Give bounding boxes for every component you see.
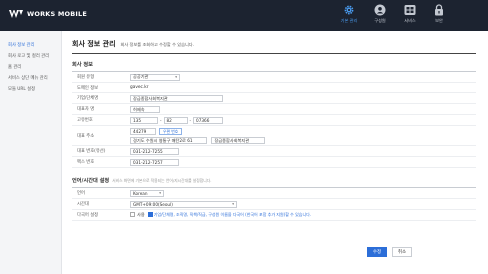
- field-label: 대표 번호(유선): [72, 145, 130, 157]
- sidebar-item-logo-color[interactable]: 회사 로고 및 컬러 관리: [0, 51, 61, 62]
- company-type-select[interactable]: 공공기관 ▾: [130, 73, 180, 81]
- form-row: 고유번호 135-82-07366: [72, 114, 476, 126]
- sidebar-item-home[interactable]: 홈 관리: [0, 62, 61, 73]
- save-button[interactable]: 수정: [367, 247, 387, 257]
- phone-input[interactable]: 031-212-7255: [130, 147, 179, 155]
- domain-value: gavec.kr: [130, 85, 149, 90]
- sidebar-item-top-menu[interactable]: 서비스 상단 메뉴 관리: [0, 73, 61, 84]
- company-info-table: 회원 유형 공공기관 ▾ 도메인 정보 gavec.kr 기업/단체명 장급종합…: [72, 71, 476, 168]
- form-row: 기업/단체명 장급종합사회복지관: [72, 92, 476, 104]
- lock-icon: [433, 4, 445, 16]
- form-row: 다국어 설정 사용 기업/단체명, 조직명, 직책/직급, 구성원 이름을 다국어…: [72, 209, 476, 221]
- topnav-security[interactable]: 보안: [424, 4, 454, 24]
- field-label: 팩스 번호: [72, 156, 130, 168]
- separator: -: [189, 117, 192, 123]
- grid-icon: [404, 4, 416, 16]
- chevron-down-icon: ▾: [159, 191, 161, 195]
- multilang-detail-checkbox[interactable]: [147, 212, 153, 217]
- form-row: 대표자 명 허제숙: [72, 103, 476, 115]
- topnav-label: 기본 관리: [340, 18, 358, 23]
- field-label: 기업/단체명: [72, 92, 130, 104]
- select-value: 공공기관: [133, 74, 149, 79]
- field-label: 다국어 설정: [72, 209, 130, 221]
- form-row: 팩스 번호 031-212-7257: [72, 156, 476, 168]
- bizno-part1-input[interactable]: 135: [130, 116, 158, 124]
- org-name-input[interactable]: 장급종합사회복지관: [130, 94, 223, 102]
- form-row: 대표 주소 44279 우편 번호 경기도 수원시 영통구 매탄2로 61 장급종…: [72, 125, 476, 146]
- section-subtitle: 서비스 화면에 기본으로 적용되는 언어/지시간대를 설정합니다.: [112, 178, 212, 183]
- form-row: 도메인 정보 gavec.kr: [72, 82, 476, 93]
- field-label: 고유번호: [72, 114, 130, 126]
- topnav-label: 구성원: [374, 18, 386, 23]
- topnav-services[interactable]: 서비스: [395, 4, 425, 24]
- topnav-basic-admin[interactable]: 기본 관리: [334, 4, 364, 24]
- form-actions: 수정 취소: [62, 247, 488, 257]
- multilang-description: 기업/단체명, 조직명, 직책/직급, 구성원 이름을 다국어 (한국어 포함 …: [153, 211, 312, 217]
- sidebar-item-mobile-url[interactable]: 모들 URL 설정: [0, 84, 61, 95]
- field-label: 언어: [72, 187, 130, 199]
- topnav-members[interactable]: 구성원: [365, 4, 395, 24]
- language-select[interactable]: Korean ▾: [130, 189, 164, 197]
- fax-input[interactable]: 031-212-7257: [130, 158, 179, 166]
- select-value: Korean: [133, 190, 148, 196]
- page-header: 회사 정보 관리 회사 정보를 조회하고 수정할 수 있습니다.: [72, 39, 476, 54]
- page-description: 회사 정보를 조회하고 수정할 수 있습니다.: [120, 42, 194, 47]
- zip-code-input[interactable]: 44279: [130, 127, 156, 135]
- form-row: 시간대 GMT+09:00(Seoul) ▾: [72, 198, 476, 210]
- sidebar: 회사 정보 관리 회사 로고 및 컬러 관리 홈 관리 서비스 상단 메뉴 관리…: [0, 31, 62, 274]
- zip-search-button[interactable]: 우편 번호: [159, 127, 183, 135]
- section-title: 언어/시간대 설정 서비스 화면에 기본으로 적용되는 언어/지시간대를 설정합니…: [72, 177, 476, 187]
- top-bar: WORKS MOBILE 기본 관리 구성원 서비스 보안: [0, 0, 488, 31]
- timezone-select[interactable]: GMT+09:00(Seoul) ▾: [130, 200, 237, 208]
- locale-settings-table: 언어 Korean ▾ 시간대 GMT+09:00(Seoul) ▾ 다국어 설…: [72, 187, 476, 221]
- field-label: 대표자 명: [72, 103, 130, 115]
- field-label: 도메인 정보: [72, 82, 130, 93]
- works-logo-icon: [9, 9, 23, 18]
- form-row: 대표 번호(유선) 031-212-7255: [72, 145, 476, 157]
- topnav-label: 서비스: [404, 18, 416, 23]
- section-title: 회사 정보: [72, 62, 93, 68]
- checkbox-label: 사용: [137, 211, 145, 217]
- field-label: 회원 유형: [72, 71, 130, 83]
- address-line1-input[interactable]: 경기도 수원시 영통구 매탄2로 61: [130, 136, 207, 144]
- field-label: 시간대: [72, 198, 130, 210]
- cancel-button[interactable]: 취소: [392, 247, 412, 257]
- separator: -: [160, 117, 162, 123]
- brand-name: WORKS MOBILE: [27, 10, 88, 18]
- user-icon: [374, 4, 386, 16]
- main-content: 회사 정보 관리 회사 정보를 조회하고 수정할 수 있습니다. 회사 정보 회…: [62, 31, 488, 274]
- section-title-text: 언어/시간대 설정: [72, 178, 110, 184]
- page-title: 회사 정보 관리: [72, 40, 116, 48]
- field-label: 대표 주소: [72, 125, 130, 146]
- address-line2-input[interactable]: 장급종합사회복지관: [211, 136, 266, 144]
- gear-icon: [343, 4, 355, 16]
- sidebar-item-company-info[interactable]: 회사 정보 관리: [0, 40, 61, 51]
- ceo-name-input[interactable]: 허제숙: [130, 105, 160, 113]
- multilang-use-checkbox[interactable]: [130, 212, 135, 217]
- form-row: 언어 Korean ▾: [72, 187, 476, 199]
- logo[interactable]: WORKS MOBILE: [9, 9, 88, 18]
- select-value: GMT+09:00(Seoul): [133, 201, 173, 207]
- bizno-part2-input[interactable]: 82: [163, 116, 188, 124]
- topnav-label: 보안: [435, 18, 443, 23]
- form-row: 회원 유형 공공기관 ▾: [72, 71, 476, 83]
- chevron-down-icon: ▾: [175, 75, 177, 79]
- chevron-down-icon: ▾: [232, 202, 234, 206]
- bizno-part3-input[interactable]: 07366: [193, 116, 224, 124]
